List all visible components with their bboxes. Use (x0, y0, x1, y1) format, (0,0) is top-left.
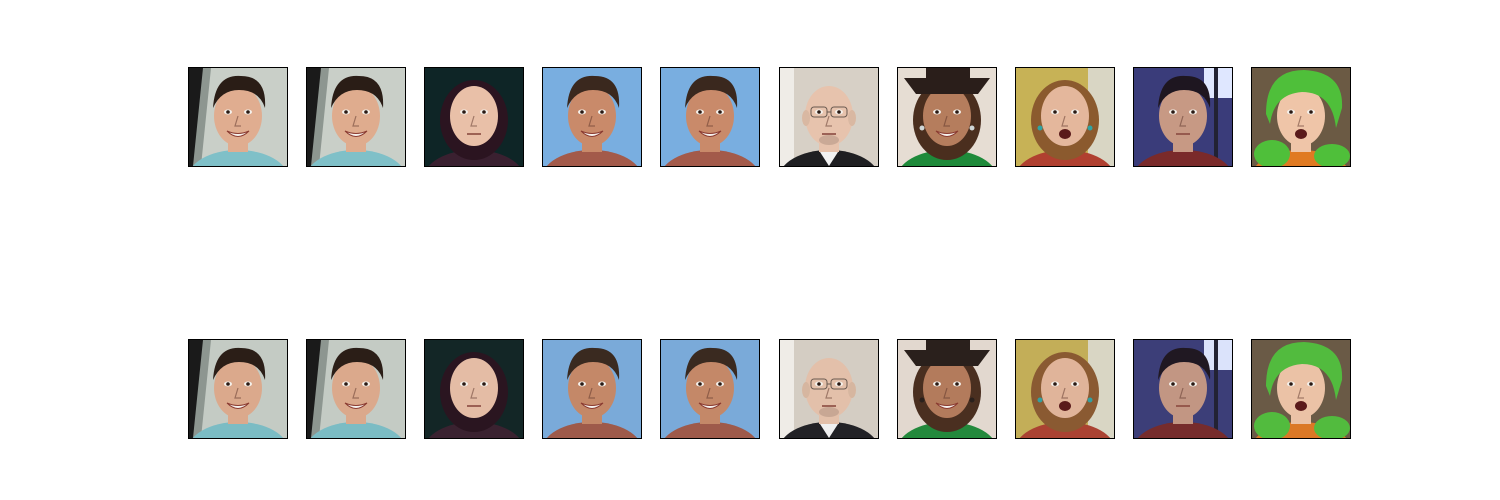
original-face-8 (1015, 67, 1115, 167)
reconstruction-face-10 (1251, 339, 1351, 439)
reconstructions-row (0, 339, 1500, 439)
reconstruction-face-8 (1015, 339, 1115, 439)
original-face-9 (1133, 67, 1233, 167)
face-image (898, 68, 996, 166)
originals-row (0, 67, 1500, 167)
face-image (780, 340, 878, 438)
reconstruction-face-5 (660, 339, 760, 439)
reconstruction-face-6 (779, 339, 879, 439)
original-face-3 (424, 67, 524, 167)
face-image (543, 340, 641, 438)
face-image (1016, 340, 1114, 438)
face-image (543, 68, 641, 166)
original-face-10 (1251, 67, 1351, 167)
reconstruction-face-7 (897, 339, 997, 439)
reconstruction-face-4 (542, 339, 642, 439)
face-image (661, 340, 759, 438)
original-face-5 (660, 67, 760, 167)
face-image (1016, 68, 1114, 166)
face-image (189, 340, 287, 438)
original-face-6 (779, 67, 879, 167)
original-face-7 (897, 67, 997, 167)
reconstruction-face-9 (1133, 339, 1233, 439)
face-image (307, 340, 405, 438)
reconstruction-face-3 (424, 339, 524, 439)
original-face-2 (306, 67, 406, 167)
face-image (189, 68, 287, 166)
face-image (307, 68, 405, 166)
face-image (1252, 340, 1350, 438)
face-image (661, 68, 759, 166)
original-face-1 (188, 67, 288, 167)
face-image (1134, 340, 1232, 438)
face-image (1134, 68, 1232, 166)
reconstruction-face-2 (306, 339, 406, 439)
face-image (898, 340, 996, 438)
reconstruction-face-1 (188, 339, 288, 439)
face-image (425, 340, 523, 438)
original-face-4 (542, 67, 642, 167)
face-image (780, 68, 878, 166)
face-image (425, 68, 523, 166)
face-image (1252, 68, 1350, 166)
